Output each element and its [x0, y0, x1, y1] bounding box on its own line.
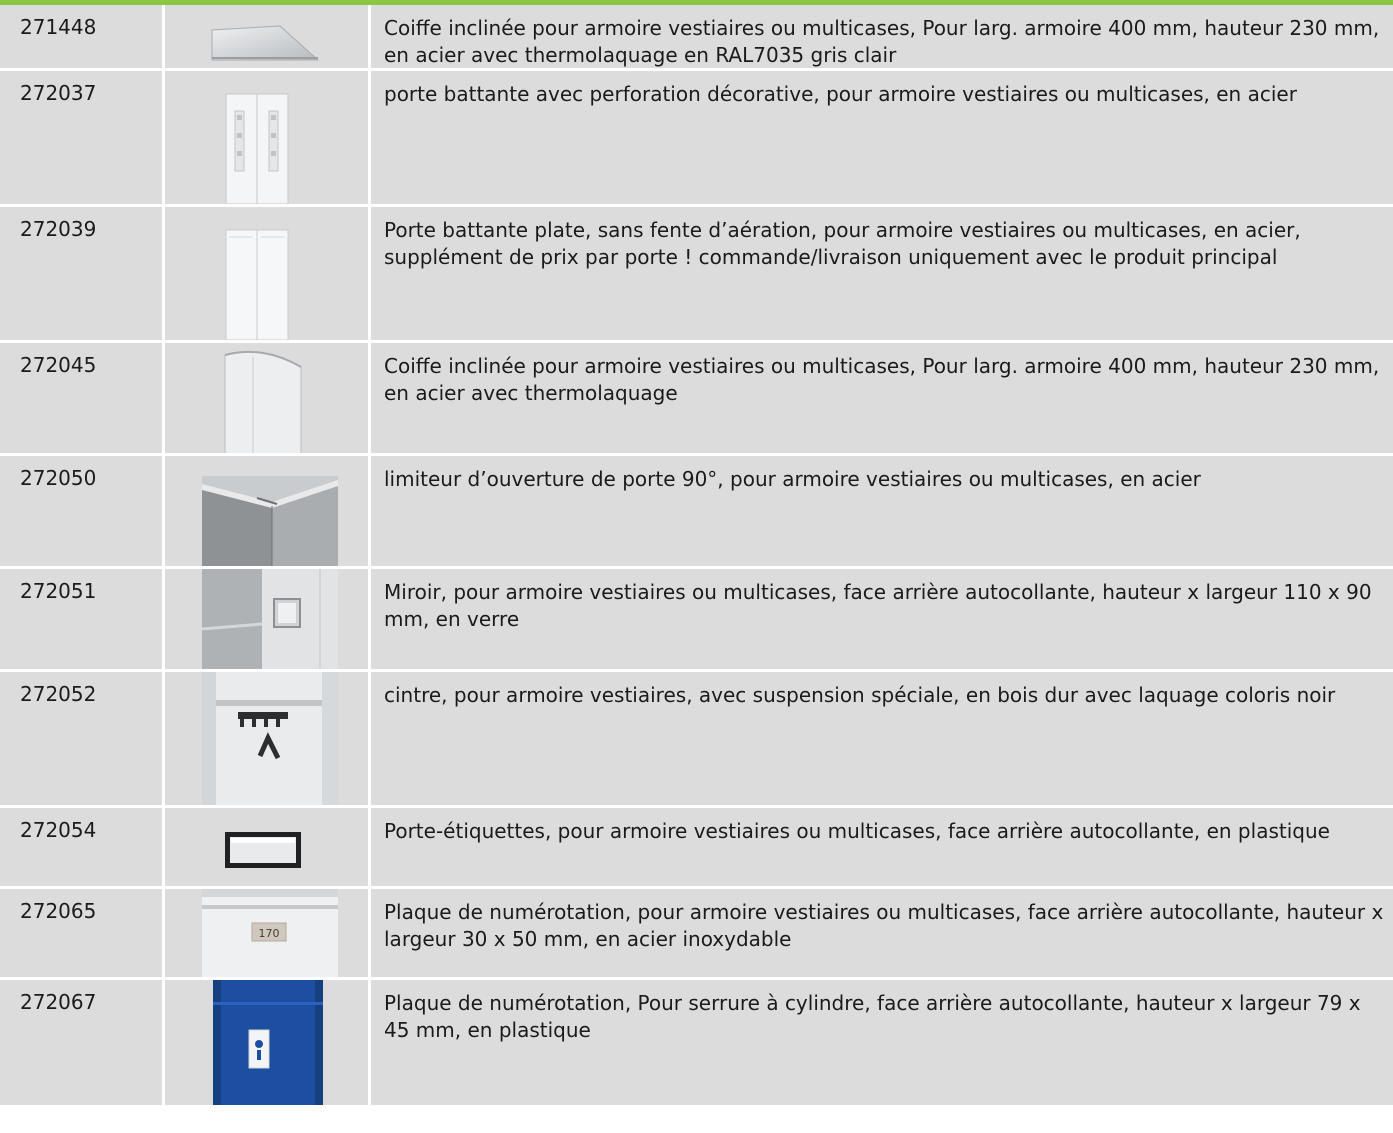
table-row: 271448 Coiffe inclinée pour armoire vest…: [0, 5, 1393, 68]
article-number: 272050: [0, 456, 162, 566]
hanger-icon: [165, 672, 368, 805]
table-row: 272045 Coiffe inclinée pour armoire vest…: [0, 343, 1393, 453]
cylinder-lock-plate-icon: [165, 980, 368, 1105]
product-thumbnail: [165, 5, 368, 68]
article-description: porte battante avec perforation décorati…: [371, 71, 1393, 204]
article-description: Coiffe inclinée pour armoire vestiaires …: [371, 343, 1393, 453]
product-thumbnail: [165, 672, 368, 805]
label-holder-icon: [165, 808, 368, 886]
product-thumbnail: [165, 71, 368, 204]
article-number: 272037: [0, 71, 162, 204]
product-thumbnail: [165, 456, 368, 566]
article-description: limiteur d’ouverture de porte 90°, pour …: [371, 456, 1393, 566]
plate-number-text: 170: [259, 927, 280, 940]
number-plate-icon: 170: [165, 889, 368, 977]
article-description: Miroir, pour armoire vestiaires ou multi…: [371, 569, 1393, 669]
product-thumbnail: [165, 343, 368, 453]
article-number: 271448: [0, 5, 162, 68]
flat-door-icon: [165, 207, 368, 340]
table-row: 272067 Plaque de numérotation, Pour serr…: [0, 980, 1393, 1105]
article-number: 272054: [0, 808, 162, 886]
table-row: 272052 cintre, pour armoire vestiaires, …: [0, 672, 1393, 805]
product-thumbnail: [165, 980, 368, 1105]
article-number: 272052: [0, 672, 162, 805]
product-thumbnail: 170: [165, 889, 368, 977]
article-number: 272067: [0, 980, 162, 1105]
article-description: Porte battante plate, sans fente d’aérat…: [371, 207, 1393, 340]
sloped-cap-icon: [165, 5, 368, 68]
product-accessory-page: 271448 Coiffe inclinée pour armoire vest…: [0, 0, 1393, 1133]
article-number: 272039: [0, 207, 162, 340]
table-row: 272050 limiteur d’ouverture de porte 90°…: [0, 456, 1393, 566]
article-description: cintre, pour armoire vestiaires, avec su…: [371, 672, 1393, 805]
product-thumbnail: [165, 808, 368, 886]
article-number: 272065: [0, 889, 162, 977]
article-number: 272045: [0, 343, 162, 453]
door-limiter-icon: [165, 456, 368, 566]
product-thumbnail: [165, 207, 368, 340]
table-row: 272051 Miroir, pour armoire vestiaires o…: [0, 569, 1393, 669]
article-number: 272051: [0, 569, 162, 669]
article-description: Porte-étiquettes, pour armoire vestiaire…: [371, 808, 1393, 886]
perforated-door-icon: [165, 71, 368, 204]
table-row: 272054 Porte-étiquettes, pour armoire ve…: [0, 808, 1393, 886]
table-row: 272065 170 Plaque de numérotation, pour …: [0, 889, 1393, 977]
sloped-cap-side-icon: [165, 343, 368, 453]
product-thumbnail: [165, 569, 368, 669]
table-row: 272039 Porte battante plate, sans fente …: [0, 207, 1393, 340]
article-description: Coiffe inclinée pour armoire vestiaires …: [371, 5, 1393, 68]
article-description: Plaque de numérotation, pour armoire ves…: [371, 889, 1393, 977]
accessory-table: 271448 Coiffe inclinée pour armoire vest…: [0, 5, 1393, 1108]
table-row: 272037 porte battante avec perforation d…: [0, 71, 1393, 204]
mirror-icon: [165, 569, 368, 669]
article-description: Plaque de numérotation, Pour serrure à c…: [371, 980, 1393, 1105]
